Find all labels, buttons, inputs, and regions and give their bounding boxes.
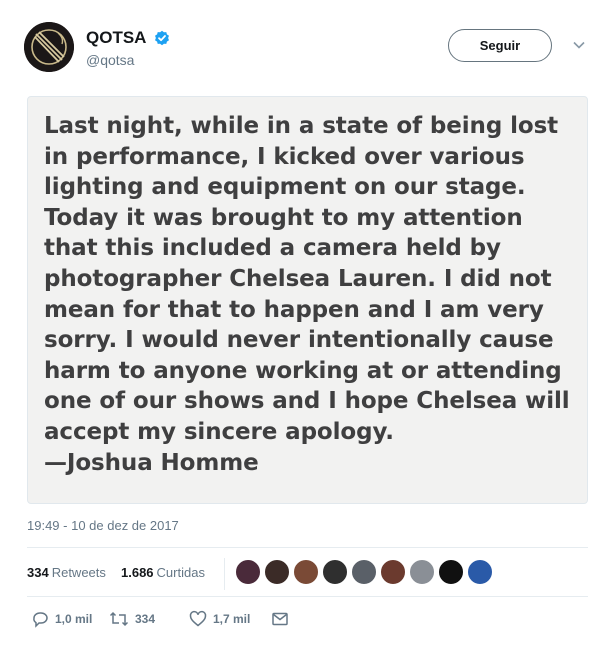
statement-text: Last night, while in a state of being lo… bbox=[44, 111, 574, 478]
like-action-count: 1,7 mil bbox=[213, 612, 251, 626]
liker-avatar[interactable] bbox=[380, 559, 406, 585]
like-count: 1.686 bbox=[121, 565, 154, 580]
liker-avatar[interactable] bbox=[322, 559, 348, 585]
tweet-header: QOTSA @qotsa Seguir bbox=[24, 22, 594, 78]
statement-line: Today it was brought to my attention bbox=[44, 204, 523, 231]
user-identity: QOTSA @qotsa bbox=[86, 28, 170, 68]
statement-line: harm to anyone working at or attending bbox=[44, 357, 562, 384]
statement-line: sorry. I would never intentionally cause bbox=[44, 327, 554, 354]
statement-line: that this included a camera held by bbox=[44, 235, 501, 262]
reply-icon bbox=[33, 612, 48, 628]
statement-line: one of our shows and I hope Chelsea will bbox=[44, 388, 570, 415]
liker-avatar[interactable] bbox=[409, 559, 435, 585]
tweet-stats: 334 Retweets 1.686 Curtidas bbox=[27, 558, 588, 590]
liker-avatar[interactable] bbox=[235, 559, 261, 585]
statement-line: mean for that to happen and I am very bbox=[44, 296, 544, 323]
tweet-timestamp[interactable]: 19:49 - 10 de dez de 2017 bbox=[27, 518, 179, 533]
retweet-icon bbox=[109, 611, 129, 627]
statement-line: in performance, I kicked over various bbox=[44, 143, 525, 170]
liker-avatar[interactable] bbox=[467, 559, 493, 585]
divider bbox=[27, 547, 588, 548]
retweet-stat[interactable]: 334 Retweets bbox=[27, 565, 106, 580]
tweet-actions: 1,0 mil 334 1,7 mil bbox=[27, 608, 427, 632]
divider bbox=[224, 558, 225, 590]
liker-avatar[interactable] bbox=[264, 559, 290, 585]
statement-signature: —Joshua Homme bbox=[44, 449, 259, 476]
envelope-icon bbox=[272, 612, 288, 626]
retweet-label: Retweets bbox=[51, 565, 106, 580]
retweet-button[interactable]: 334 bbox=[109, 608, 155, 630]
like-stat[interactable]: 1.686 Curtidas bbox=[121, 565, 205, 580]
heart-icon bbox=[189, 610, 207, 627]
like-button[interactable]: 1,7 mil bbox=[189, 608, 250, 630]
qotsa-logo-icon bbox=[24, 22, 74, 72]
liker-avatar[interactable] bbox=[438, 559, 464, 585]
direct-message-button[interactable] bbox=[271, 608, 295, 630]
reply-button[interactable]: 1,0 mil bbox=[31, 608, 92, 630]
retweet-action-count: 334 bbox=[135, 612, 156, 626]
like-label: Curtidas bbox=[156, 565, 205, 580]
statement-line: lighting and equipment on our stage. bbox=[44, 174, 526, 201]
chevron-down-icon[interactable] bbox=[572, 40, 586, 50]
retweet-count: 334 bbox=[27, 565, 49, 580]
tweet-image[interactable]: Last night, while in a state of being lo… bbox=[27, 96, 588, 504]
liker-avatar[interactable] bbox=[351, 559, 377, 585]
follow-button[interactable]: Seguir bbox=[448, 29, 552, 62]
display-name[interactable]: QOTSA bbox=[86, 28, 146, 48]
statement-line: Last night, while in a state of being lo… bbox=[44, 113, 559, 139]
reply-count: 1,0 mil bbox=[55, 612, 93, 626]
liker-avatar[interactable] bbox=[293, 559, 319, 585]
user-handle[interactable]: @qotsa bbox=[86, 52, 170, 68]
divider bbox=[27, 596, 588, 597]
statement-line: photographer Chelsea Lauren. I did not bbox=[44, 265, 552, 292]
statement-line: accept my sincere apology. bbox=[44, 418, 394, 445]
avatar[interactable] bbox=[24, 22, 74, 72]
verified-badge-icon bbox=[154, 30, 169, 46]
